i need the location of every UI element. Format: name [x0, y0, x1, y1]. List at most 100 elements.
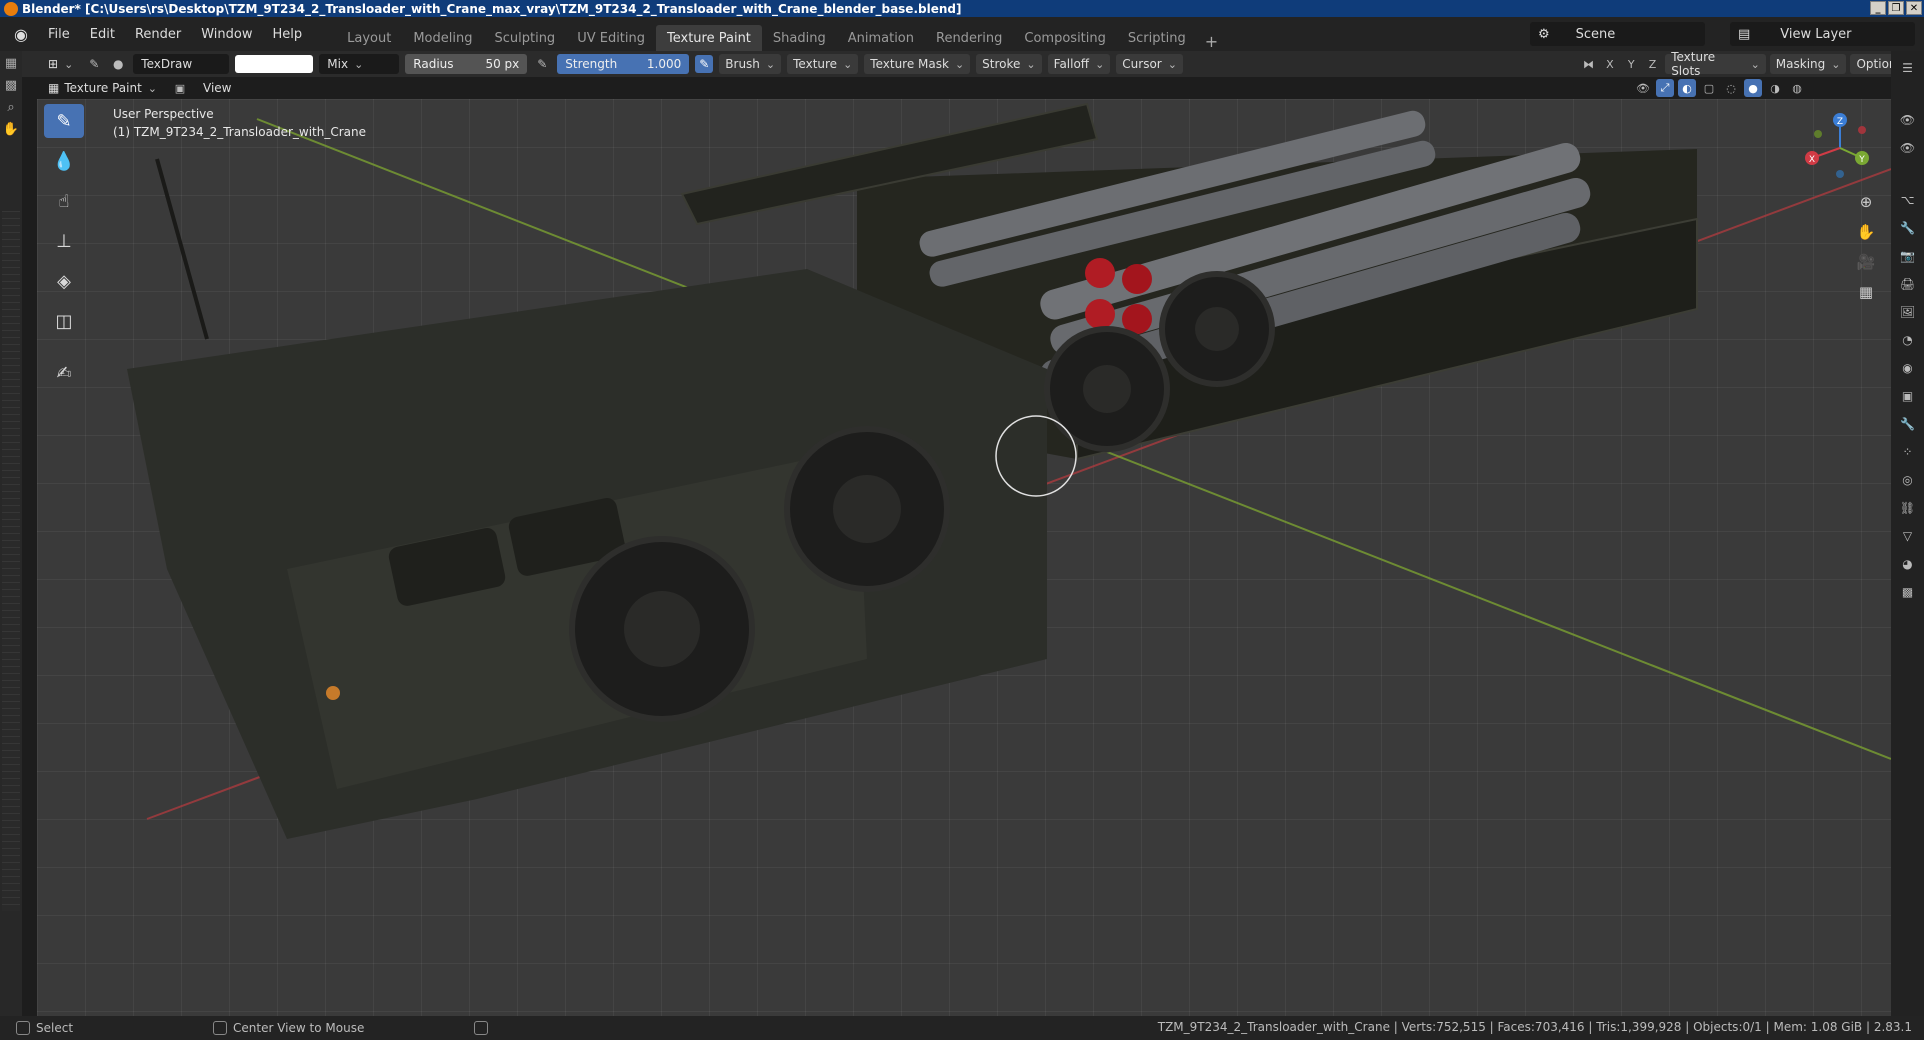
navigation-gizmo[interactable]: Z X Y	[1800, 108, 1880, 188]
visibility-icon[interactable]: 👁	[1634, 79, 1652, 97]
3d-viewport[interactable]: User Perspective (1) TZM_9T234_2_Translo…	[37, 99, 1891, 1016]
shading-wireframe-icon[interactable]: ◌	[1722, 79, 1740, 97]
texture-menu[interactable]: Texture	[787, 54, 859, 74]
brush-color-swatch[interactable]	[235, 55, 314, 73]
output-tab-icon[interactable]: 🖨	[1897, 273, 1919, 295]
fake-user-icon[interactable]: ●	[109, 55, 127, 73]
menu-file[interactable]: File	[38, 27, 80, 42]
smear-tool-icon[interactable]: ☝	[44, 184, 84, 218]
texture-mask-menu[interactable]: Texture Mask	[864, 54, 971, 74]
gizmo-toggle-icon[interactable]: ⤢	[1656, 79, 1674, 97]
tab-animation[interactable]: Animation	[837, 25, 925, 51]
material-tab-icon[interactable]: ◕	[1897, 553, 1919, 575]
gizmo-y-label: Y	[1858, 155, 1865, 165]
properties-tab-strip: ☰ 👁 👁 ⌥ 🔧 📷 🖨 🖼 ◔ ◉ ▣ 🔧 ⁘ ◎ ⛓ ▽ ◕ ▩	[1891, 51, 1924, 1016]
tool-settings-dropdown[interactable]: ⊞	[42, 54, 79, 74]
left-editor-strip: ▦ ▩ ⌕ ✋	[0, 51, 22, 1016]
close-window-button[interactable]: ✕	[1906, 1, 1922, 15]
camera-icon[interactable]: 🎥	[1854, 250, 1878, 274]
tab-rendering[interactable]: Rendering	[925, 25, 1013, 51]
brush-menu[interactable]: Brush	[719, 54, 782, 74]
wrench-tool-icon[interactable]: 🔧	[1897, 217, 1919, 239]
paint-editor-icon[interactable]: ▩	[1, 75, 21, 95]
object-tab-icon[interactable]: ▣	[1897, 385, 1919, 407]
tab-uv-editing[interactable]: UV Editing	[566, 25, 656, 51]
modifier-tab-icon[interactable]: 🔧	[1897, 413, 1919, 435]
viewport-header-right: 👁 ⤢ ◐ ▢ ◌ ● ◑ ◍	[1634, 77, 1806, 99]
particles-tab-icon[interactable]: ⁘	[1897, 441, 1919, 463]
world-tab-icon[interactable]: ◉	[1897, 357, 1919, 379]
tab-modeling[interactable]: Modeling	[402, 25, 483, 51]
symmetry-z-toggle[interactable]: Z	[1644, 55, 1661, 73]
tab-layout[interactable]: Layout	[336, 25, 402, 51]
editor-type-icon[interactable]: ▦	[1, 53, 21, 73]
restore-button[interactable]: ❐	[1888, 1, 1904, 15]
render-tab-icon[interactable]: 📷	[1897, 245, 1919, 267]
hand-icon[interactable]: ✋	[1, 119, 21, 139]
cursor-menu[interactable]: Cursor	[1116, 54, 1183, 74]
window-title: Blender* [C:\Users\rs\Desktop\TZM_9T234_…	[22, 1, 962, 16]
blend-mode-select[interactable]: Mix	[319, 54, 400, 74]
shading-material-icon[interactable]: ◑	[1766, 79, 1784, 97]
mouse-left-icon	[16, 1021, 30, 1035]
radius-label: Radius	[413, 57, 454, 71]
menu-render[interactable]: Render	[125, 27, 191, 42]
mask-tool-icon[interactable]: ◫	[44, 304, 84, 338]
add-workspace-icon[interactable]: +	[1197, 32, 1226, 51]
status-middle-action: Center View to Mouse	[233, 1021, 365, 1035]
view-menu[interactable]: View	[197, 78, 237, 98]
view-layer-tab-icon[interactable]: 🖼	[1897, 301, 1919, 323]
annotate-tool-icon[interactable]: ✍	[44, 356, 84, 390]
eye-icon[interactable]: 👁	[1897, 109, 1919, 131]
zoom-icon[interactable]: ⊕	[1854, 190, 1878, 214]
tab-compositing[interactable]: Compositing	[1013, 25, 1117, 51]
window-controls: _ ❐ ✕	[1870, 1, 1922, 15]
pan-hand-icon[interactable]: ✋	[1854, 220, 1878, 244]
overlay-toggle-icon[interactable]: ◐	[1678, 79, 1696, 97]
texture-tab-icon[interactable]: ▩	[1897, 581, 1919, 603]
scene-selector[interactable]: ⚙ Scene	[1530, 22, 1705, 46]
masking-menu[interactable]: Masking	[1769, 54, 1847, 74]
grid-icon[interactable]: ▦	[1854, 280, 1878, 304]
texture-slots-menu[interactable]: Texture Slots	[1665, 50, 1766, 78]
draw-tool-icon[interactable]: ✎	[44, 104, 84, 138]
radius-pressure-icon[interactable]: ✎	[533, 55, 551, 73]
tool-tab-icon[interactable]: ⌥	[1897, 189, 1919, 211]
clone-tool-icon[interactable]: ⊥	[44, 224, 84, 258]
strength-pressure-icon[interactable]: ✎	[695, 55, 714, 73]
tab-texture-paint[interactable]: Texture Paint	[656, 25, 762, 51]
tab-scripting[interactable]: Scripting	[1117, 25, 1197, 51]
symmetry-icon: ⧓	[1583, 57, 1595, 71]
falloff-menu[interactable]: Falloff	[1047, 54, 1111, 74]
tab-shading[interactable]: Shading	[762, 25, 837, 51]
stroke-menu[interactable]: Stroke	[976, 54, 1042, 74]
blender-logo-icon	[4, 1, 18, 16]
xray-icon[interactable]: ▢	[1700, 79, 1718, 97]
menu-edit[interactable]: Edit	[80, 27, 125, 42]
data-tab-icon[interactable]: ▽	[1897, 525, 1919, 547]
scene-tab-icon[interactable]: ◔	[1897, 329, 1919, 351]
blender-menu-icon[interactable]: ◉	[10, 23, 32, 45]
menu-window[interactable]: Window	[191, 27, 262, 42]
view-layer-selector[interactable]: ▤ View Layer	[1730, 22, 1915, 46]
symmetry-y-toggle[interactable]: Y	[1623, 55, 1640, 73]
paint-mask-icon[interactable]: ▣	[171, 79, 189, 97]
zoom-icon[interactable]: ⌕	[1, 97, 21, 117]
eye-icon[interactable]: 👁	[1897, 137, 1919, 159]
menu-help[interactable]: Help	[263, 27, 313, 42]
strength-slider[interactable]: Strength 1.000	[557, 54, 690, 74]
physics-tab-icon[interactable]: ◎	[1897, 469, 1919, 491]
minimize-button[interactable]: _	[1870, 1, 1886, 15]
shading-solid-icon[interactable]: ●	[1744, 79, 1762, 97]
brush-name-field[interactable]: TexDraw	[133, 54, 230, 74]
radius-slider[interactable]: Radius 50 px	[405, 54, 528, 74]
radius-value: 50 px	[485, 57, 520, 71]
mode-select[interactable]: ▦ Texture Paint	[42, 78, 163, 98]
shading-rendered-icon[interactable]: ◍	[1788, 79, 1806, 97]
symmetry-x-toggle[interactable]: X	[1601, 55, 1618, 73]
constraints-tab-icon[interactable]: ⛓	[1897, 497, 1919, 519]
soften-tool-icon[interactable]: 💧	[44, 144, 84, 178]
fill-tool-icon[interactable]: ◈	[44, 264, 84, 298]
tab-sculpting[interactable]: Sculpting	[483, 25, 566, 51]
properties-editor-icon[interactable]: ☰	[1897, 57, 1919, 79]
